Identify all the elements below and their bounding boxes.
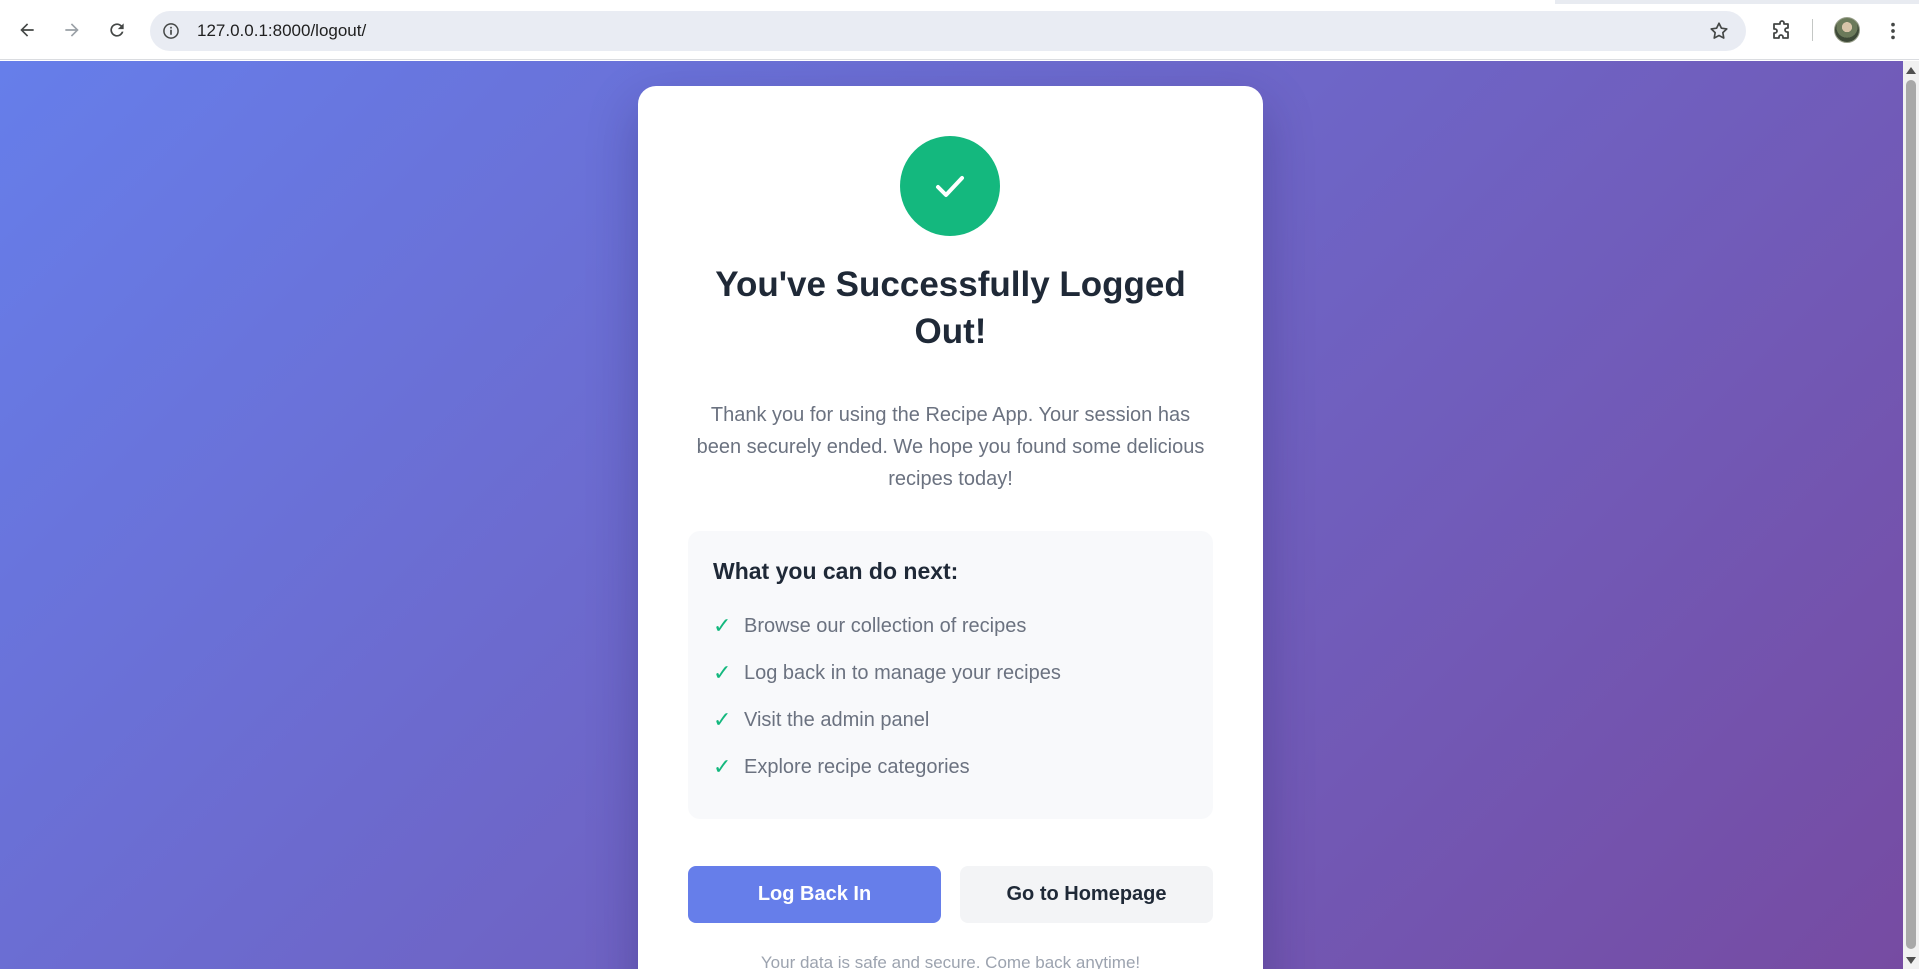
active-tab-edge [0,0,1555,4]
log-back-in-button[interactable]: Log Back In [688,866,941,923]
list-item-text: Visit the admin panel [744,709,930,731]
address-bar[interactable]: 127.0.0.1:8000/logout/ [150,11,1746,51]
page-title: You've Successfully Logged Out! [715,265,1186,351]
security-note: Your data is safe and secure. Come back … [760,953,1141,969]
url-text[interactable]: 127.0.0.1:8000/logout/ [197,21,366,41]
scrollbar-thumb[interactable] [1906,80,1916,949]
info-icon[interactable] [161,21,181,41]
kebab-menu-icon[interactable] [1882,19,1904,43]
list-item-text: Explore recipe categories [744,756,970,778]
checkmark-icon: ✓ [713,707,732,732]
success-badge [900,136,1000,236]
checkmark-icon: ✓ [713,660,732,685]
browser-toolbar: 127.0.0.1:8000/logout/ [0,0,1919,60]
list-item-text: Browse our collection of recipes [744,615,1027,637]
list-item: ✓ Visit the admin panel [713,708,1061,755]
checkmark-icon [936,176,964,197]
puzzle-icon[interactable] [1770,19,1794,43]
list-item: ✓ Log back in to manage your recipes [713,661,1061,708]
next-steps-heading: What you can do next: [713,558,959,584]
next-steps-panel: What you can do next: ✓ Browse our colle… [688,531,1213,819]
page-background: You've Successfully Logged Out! Thank yo… [0,61,1903,969]
checkmark-icon: ✓ [713,754,732,779]
vertical-scrollbar[interactable] [1903,61,1919,969]
star-icon[interactable] [1708,20,1730,42]
back-button[interactable] [10,13,44,47]
logout-card: You've Successfully Logged Out! Thank yo… [638,86,1263,969]
reload-icon [110,23,124,37]
arrow-left-icon [20,23,34,37]
tab-strip [0,0,1919,4]
next-steps-list: ✓ Browse our collection of recipes ✓ Log… [713,614,1061,802]
list-item: ✓ Explore recipe categories [713,755,1061,802]
scroll-down-arrow[interactable] [1906,957,1916,964]
list-item-text: Log back in to manage your recipes [744,662,1061,684]
profile-avatar[interactable] [1834,17,1860,43]
scroll-up-arrow[interactable] [1906,67,1916,74]
list-item: ✓ Browse our collection of recipes [713,614,1061,661]
checkmark-icon: ✓ [713,613,732,638]
go-to-homepage-button[interactable]: Go to Homepage [960,866,1213,923]
arrow-right-icon [65,23,79,37]
toolbar-separator [1812,19,1813,41]
logout-description: Thank you for using the Recipe App. Your… [696,404,1205,490]
forward-button[interactable] [55,13,89,47]
reload-button[interactable] [100,13,134,47]
